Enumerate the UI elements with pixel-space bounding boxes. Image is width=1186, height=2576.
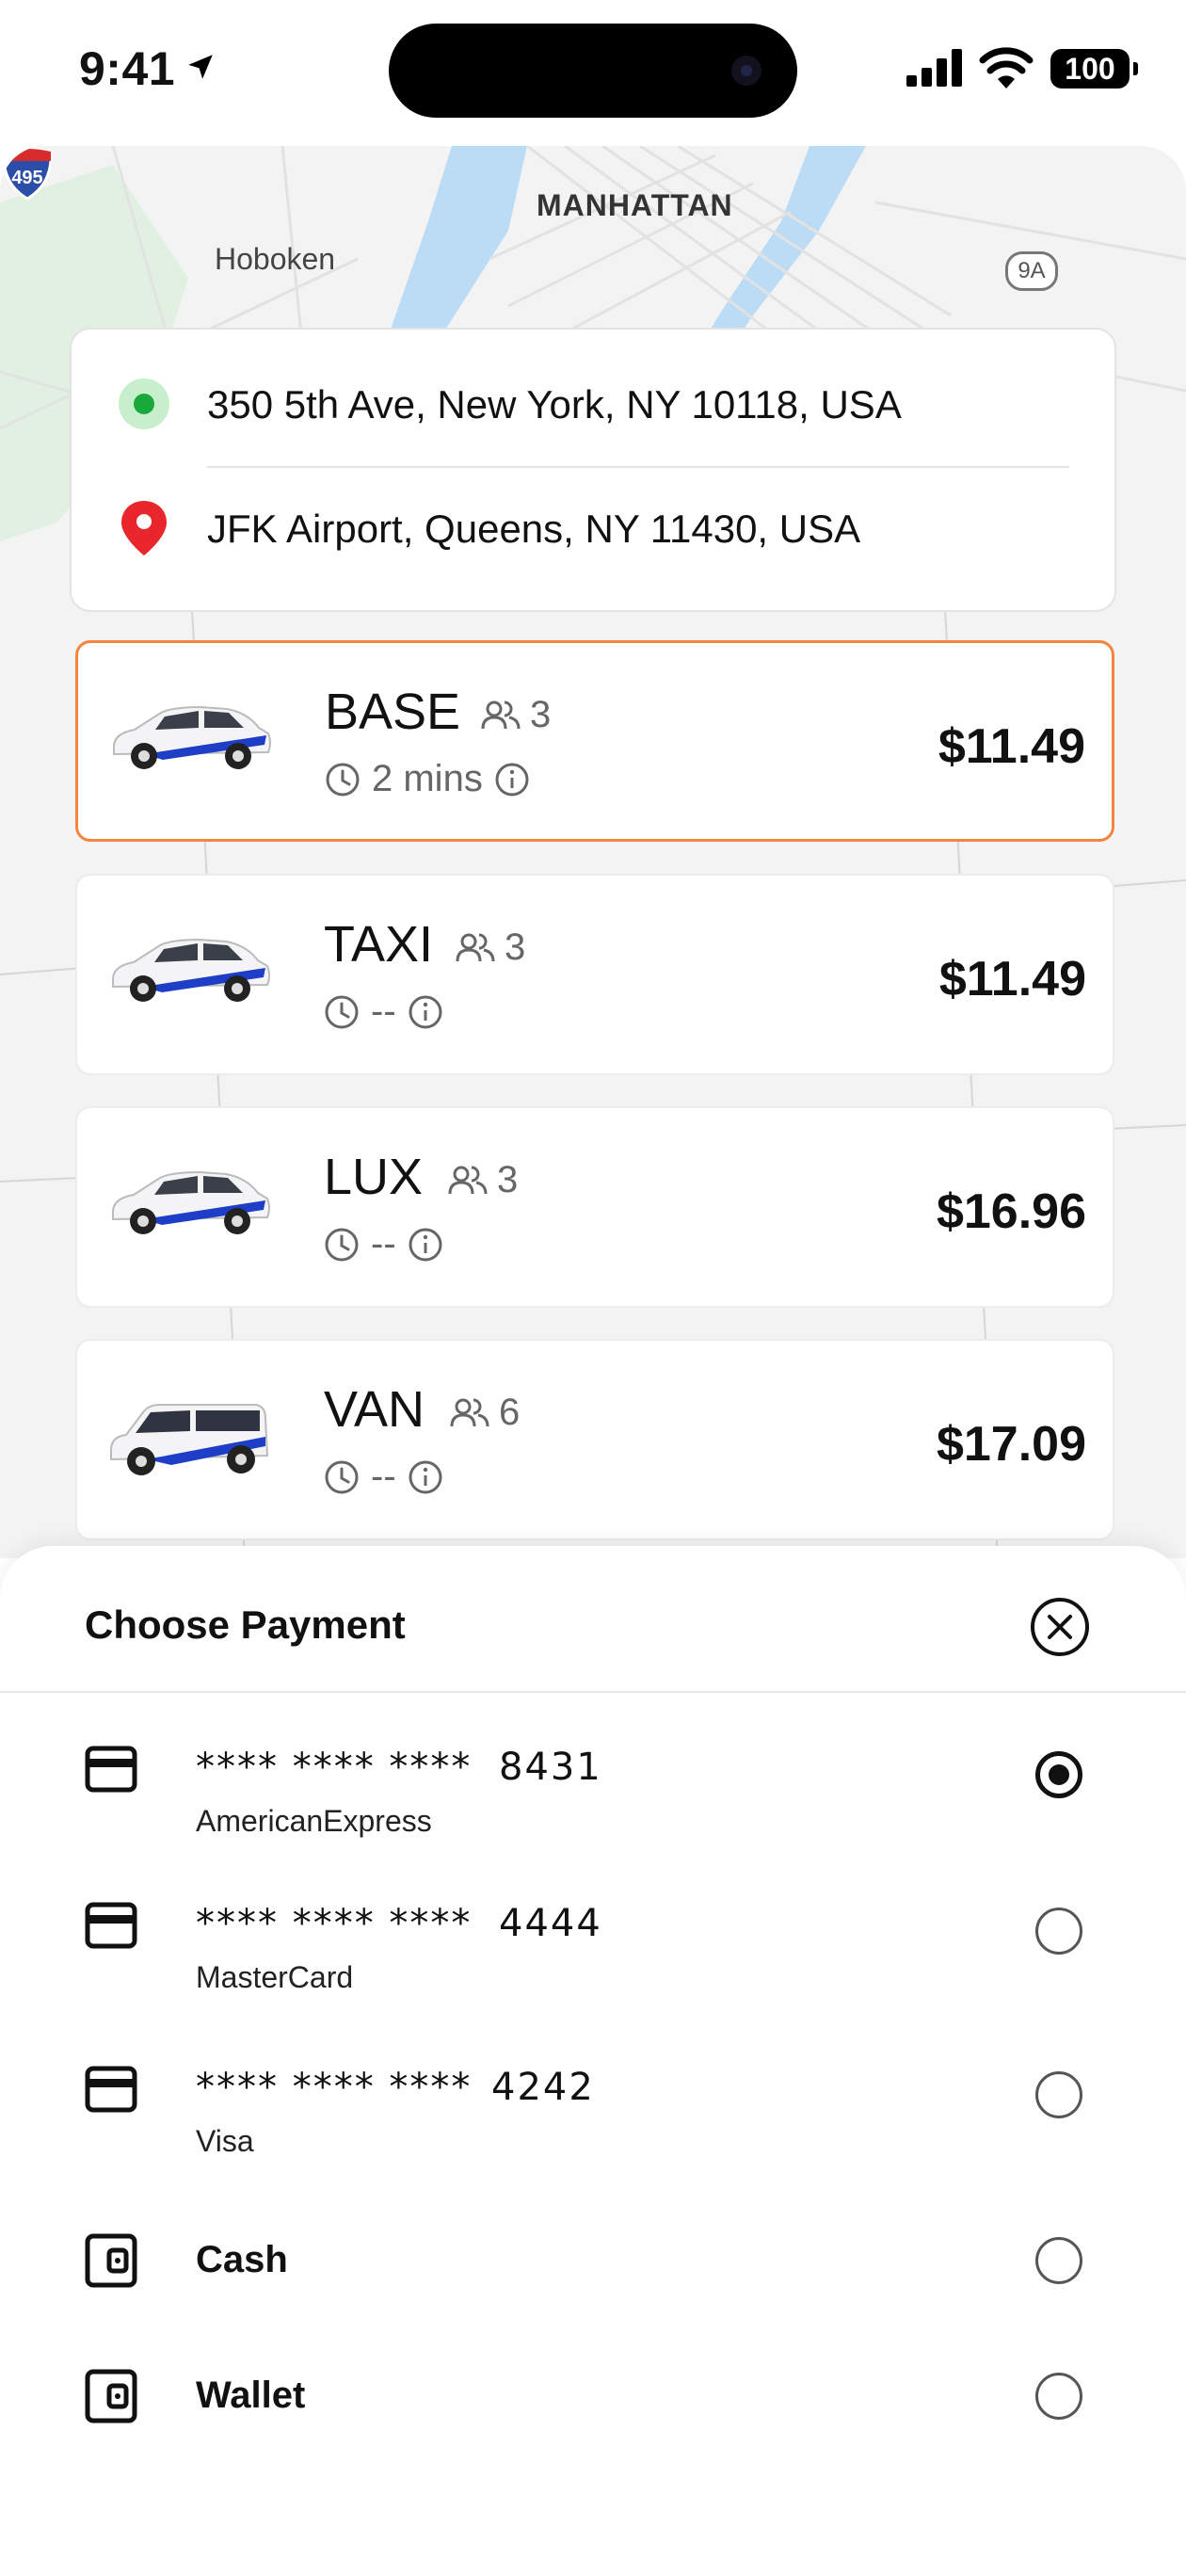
eta-text: 2 mins xyxy=(372,758,483,799)
interstate-shield-icon: 495 xyxy=(2,147,53,201)
sheet-title: Choose Payment xyxy=(85,1602,406,1647)
address-divider xyxy=(207,466,1069,468)
sheet-divider xyxy=(0,1691,1186,1693)
payment-option-wallet[interactable]: Wallet xyxy=(0,2361,1186,2474)
van-icon xyxy=(110,1404,269,1475)
info-icon[interactable] xyxy=(408,994,443,1030)
card-brand: MasterCard xyxy=(196,1960,354,1994)
map-label-hoboken: Hoboken xyxy=(215,242,336,276)
ride-option-base[interactable]: BASE 3 2 mins $11.49 xyxy=(75,640,1114,842)
passenger-capacity: 6 xyxy=(450,1392,520,1434)
wallet-icon xyxy=(85,2233,137,2288)
car-icon xyxy=(112,1170,270,1234)
location-arrow-icon xyxy=(188,55,213,79)
wallet-icon xyxy=(85,2369,137,2423)
card-brand: AmericanExpress xyxy=(196,1804,432,1838)
interstate-number: 495 xyxy=(11,168,42,188)
card-brand: Visa xyxy=(196,2124,254,2158)
eta-text: -- xyxy=(371,990,396,1032)
ride-price: $11.49 xyxy=(938,952,1086,1006)
ride-option-van[interactable]: VAN 6 -- $17.09 xyxy=(75,1339,1114,1540)
ride-price: $16.96 xyxy=(936,1184,1086,1239)
clock-icon xyxy=(325,1228,359,1261)
seat-count: 3 xyxy=(530,694,552,735)
clock-icon xyxy=(325,1460,359,1493)
credit-card-icon xyxy=(85,1902,137,1949)
seat-count: 6 xyxy=(499,1392,521,1433)
ride-option-taxi[interactable]: TAXI 3 -- $11.49 xyxy=(75,874,1114,1075)
payment-sheet: Choose Payment **** **** **** 8431 Ameri… xyxy=(0,1546,1186,2576)
radio-unselected[interactable] xyxy=(1035,2373,1082,2420)
car-icon xyxy=(113,705,271,769)
payment-option-amex[interactable]: **** **** **** 8431 AmericanExpress xyxy=(0,1746,1186,1859)
ride-eta: -- xyxy=(324,1456,443,1498)
location-pin-icon xyxy=(121,501,167,555)
card-number-mask: **** **** **** xyxy=(196,1746,473,1789)
route-marker: 9A xyxy=(1005,251,1058,291)
info-icon[interactable] xyxy=(408,1459,443,1495)
ride-name: TAXI xyxy=(324,916,434,973)
card-last4: 4242 xyxy=(491,2066,595,2109)
card-number-mask: **** **** **** xyxy=(196,2066,473,2109)
cellular-signal-icon xyxy=(906,49,962,87)
car-icon xyxy=(112,938,270,1002)
dropoff-address[interactable]: JFK Airport, Queens, NY 11430, USA xyxy=(207,507,860,552)
ride-price: $11.49 xyxy=(938,719,1085,774)
wifi-icon xyxy=(979,47,1034,89)
ride-name: LUX xyxy=(324,1149,424,1205)
info-icon[interactable] xyxy=(494,762,530,797)
eta-text: -- xyxy=(371,1223,396,1264)
payment-option-cash[interactable]: Cash xyxy=(0,2226,1186,2339)
ride-name: VAN xyxy=(324,1381,425,1438)
radio-selected[interactable] xyxy=(1035,1751,1082,1798)
radio-unselected[interactable] xyxy=(1035,2071,1082,2118)
info-icon[interactable] xyxy=(408,1227,443,1263)
seat-count: 3 xyxy=(497,1159,519,1200)
payment-label: Wallet xyxy=(196,2375,306,2416)
dynamic-island xyxy=(389,24,797,118)
people-icon xyxy=(456,933,495,961)
status-bar: 9:41 100 xyxy=(0,0,1186,141)
payment-label: Cash xyxy=(196,2239,288,2280)
camera-icon xyxy=(731,56,761,86)
clock-icon xyxy=(326,763,360,796)
radio-unselected[interactable] xyxy=(1035,2237,1082,2284)
clock-icon xyxy=(325,995,359,1028)
passenger-capacity: 3 xyxy=(448,1159,518,1201)
map-label-manhattan: MANHATTAN xyxy=(537,188,733,222)
battery-indicator: 100 xyxy=(1050,49,1138,89)
passenger-capacity: 3 xyxy=(481,694,551,736)
status-time: 9:41 xyxy=(79,42,176,95)
eta-text: -- xyxy=(371,1456,396,1497)
pickup-dot-icon xyxy=(119,378,169,429)
credit-card-icon xyxy=(85,1746,137,1793)
ride-eta: 2 mins xyxy=(325,758,530,800)
people-icon xyxy=(450,1398,489,1426)
card-last4: 4444 xyxy=(499,1902,602,1945)
passenger-capacity: 3 xyxy=(456,926,525,969)
ride-eta: -- xyxy=(324,990,443,1033)
ride-eta: -- xyxy=(324,1223,443,1265)
radio-unselected[interactable] xyxy=(1035,1908,1082,1955)
card-number-mask: **** **** **** xyxy=(196,1902,473,1945)
payment-option-mastercard[interactable]: **** **** **** 4444 MasterCard xyxy=(0,1902,1186,2015)
pickup-address[interactable]: 350 5th Ave, New York, NY 10118, USA xyxy=(207,382,902,427)
card-last4: 8431 xyxy=(499,1746,602,1789)
seat-count: 3 xyxy=(505,926,526,968)
ride-price: $17.09 xyxy=(936,1417,1086,1472)
payment-option-visa[interactable]: **** **** **** 4242 Visa xyxy=(0,2066,1186,2179)
ride-option-lux[interactable]: LUX 3 -- $16.96 xyxy=(75,1106,1114,1308)
ride-name: BASE xyxy=(325,684,461,740)
people-icon xyxy=(448,1166,488,1194)
close-icon[interactable] xyxy=(1030,1597,1090,1657)
credit-card-icon xyxy=(85,2066,137,2113)
route-card: 350 5th Ave, New York, NY 10118, USA JFK… xyxy=(70,328,1116,612)
people-icon xyxy=(481,700,521,729)
